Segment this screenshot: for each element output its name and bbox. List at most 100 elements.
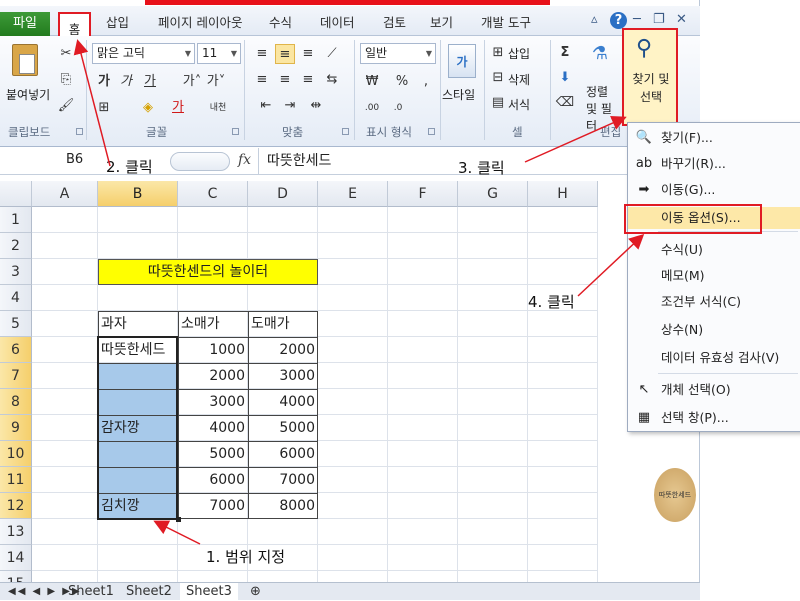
grow-font-icon[interactable]: 가˄ [182, 72, 202, 92]
table-cell[interactable]: 5000 [248, 415, 318, 441]
row-header-9[interactable]: 9 [0, 415, 32, 441]
delete-cells-button[interactable]: 삭제 [508, 71, 530, 88]
menu-replace[interactable]: ab 바꾸기(R)... [628, 153, 800, 175]
column-header-b[interactable]: B [98, 181, 178, 207]
insert-function-icon[interactable]: fx [238, 152, 251, 168]
align-launcher-icon[interactable] [342, 128, 349, 135]
column-header-c[interactable]: C [178, 181, 248, 207]
format-painter-icon[interactable]: 🖌 [56, 96, 76, 116]
new-sheet-icon[interactable]: ⊕ [244, 583, 267, 601]
minimize-ribbon-icon[interactable]: ▵ [591, 12, 598, 27]
clear-icon[interactable]: ⌫ [555, 93, 575, 113]
menu-selection-pane[interactable]: ▦ 선택 창(P)... [628, 407, 800, 429]
table-cell[interactable]: 따뜻한세드 [98, 337, 178, 363]
select-all-corner[interactable] [0, 181, 32, 207]
row-header-11[interactable]: 11 [0, 467, 32, 493]
tab-insert[interactable]: 삽입 [106, 12, 129, 31]
decrease-indent-icon[interactable]: ⇤ [256, 96, 276, 116]
table-cell[interactable]: 5000 [178, 441, 248, 467]
table-cell[interactable]: 3000 [178, 389, 248, 415]
fill-color-icon[interactable]: ◈ [138, 98, 158, 118]
sheet-tab-3[interactable]: Sheet3 [180, 583, 238, 601]
paste-button[interactable]: 붙여넣기 [6, 86, 50, 103]
autosum-icon[interactable]: Σ [555, 43, 575, 63]
table-cell[interactable]: 2000 [178, 363, 248, 389]
column-header-h[interactable]: H [528, 181, 598, 207]
row-header-10[interactable]: 10 [0, 441, 32, 467]
bold-icon[interactable]: 가 [94, 72, 114, 92]
table-cell[interactable]: 1000 [178, 337, 248, 363]
styles-button[interactable]: 스타일 [442, 86, 475, 103]
tab-file[interactable]: 파일 [0, 12, 50, 37]
font-size-combo[interactable]: 11 ▼ [197, 43, 241, 64]
sheet-tab-2[interactable]: Sheet2 [120, 583, 178, 601]
table-header-cell[interactable]: 도매가 [248, 311, 318, 337]
text-orientation-icon[interactable]: ⟋ [322, 44, 342, 64]
font-color-icon[interactable]: 가 [168, 98, 188, 118]
table-cell[interactable] [98, 467, 178, 493]
delete-cells-icon[interactable]: ⊟ [488, 68, 508, 88]
number-launcher-icon[interactable] [428, 128, 435, 135]
row-header-13[interactable]: 13 [0, 519, 32, 545]
name-box-splitter[interactable] [170, 152, 230, 171]
underline-icon[interactable]: 가 [140, 72, 160, 92]
increase-decimal-icon[interactable]: .00 [362, 98, 382, 118]
tab-page-layout[interactable]: 페이지 레이아웃 [158, 12, 242, 31]
table-cell[interactable]: 6000 [178, 467, 248, 493]
table-cell[interactable]: 4000 [178, 415, 248, 441]
minimize-icon[interactable]: ─ [633, 12, 641, 27]
table-cell[interactable]: 7000 [178, 493, 248, 519]
column-header-f[interactable]: F [388, 181, 458, 207]
font-launcher-icon[interactable] [232, 128, 239, 135]
number-format-combo[interactable]: 일반 ▼ [360, 43, 436, 64]
table-cell[interactable]: 6000 [248, 441, 318, 467]
sort-filter-icon[interactable]: ⚗ [590, 44, 610, 64]
row-header-14[interactable]: 14 [0, 545, 32, 571]
row-header-5[interactable]: 5 [0, 311, 32, 337]
align-right-icon[interactable]: ≡ [298, 70, 318, 90]
row-header-2[interactable]: 2 [0, 233, 32, 259]
insert-cells-icon[interactable]: ⊞ [488, 43, 508, 63]
help-icon[interactable]: ? [610, 12, 627, 29]
column-header-g[interactable]: G [458, 181, 528, 207]
shrink-font-icon[interactable]: 가˅ [206, 72, 226, 92]
close-icon[interactable]: ✕ [676, 12, 687, 27]
find-select-button[interactable]: ⚲ 찾기 및 선택 [622, 28, 678, 126]
row-header-6[interactable]: 6 [0, 337, 32, 363]
restore-icon[interactable]: ❐ [653, 12, 665, 27]
row-header-4[interactable]: 4 [0, 285, 32, 311]
menu-comments[interactable]: 메모(M) [628, 265, 800, 287]
tab-review[interactable]: 검토 [383, 12, 406, 31]
table-cell[interactable] [98, 389, 178, 415]
clipboard-launcher-icon[interactable] [76, 128, 83, 135]
table-cell[interactable]: 7000 [248, 467, 318, 493]
menu-formulas[interactable]: 수식(U) [628, 239, 800, 261]
column-header-d[interactable]: D [248, 181, 318, 207]
table-header-cell[interactable]: 과자 [98, 311, 178, 337]
currency-icon[interactable]: ₩ [362, 72, 382, 92]
column-header-a[interactable]: A [32, 181, 98, 207]
sheet-title-cell[interactable]: 따뜻한센드의 놀이터 [98, 259, 318, 285]
sheet-tab-1[interactable]: Sheet1 [62, 583, 120, 601]
tab-data[interactable]: 데이터 [320, 12, 355, 31]
align-left-icon[interactable]: ≡ [252, 70, 272, 90]
wrap-text-icon[interactable]: ⇆ [322, 70, 342, 90]
italic-icon[interactable]: 가 [116, 72, 136, 92]
row-header-3[interactable]: 3 [0, 259, 32, 285]
percent-icon[interactable]: % [392, 72, 412, 92]
row-header-8[interactable]: 8 [0, 389, 32, 415]
font-name-combo[interactable]: 맑은 고딕 ▼ [92, 43, 195, 64]
menu-select-objects[interactable]: ↖ 개체 선택(O) [628, 379, 800, 401]
table-cell[interactable]: 김치깡 [98, 493, 178, 519]
comma-icon[interactable]: , [416, 72, 436, 92]
cut-icon[interactable]: ✂ [56, 44, 76, 64]
tab-developer[interactable]: 개발 도구 [481, 12, 531, 31]
format-cells-button[interactable]: 서식 [508, 96, 530, 113]
borders-icon[interactable]: ⊞ [94, 98, 114, 118]
align-middle-icon[interactable]: ≡ [275, 44, 295, 64]
row-header-7[interactable]: 7 [0, 363, 32, 389]
fill-icon[interactable]: ⬇ [555, 68, 575, 88]
tab-formulas[interactable]: 수식 [269, 12, 292, 31]
table-cell[interactable] [98, 363, 178, 389]
paste-icon[interactable] [12, 44, 38, 76]
